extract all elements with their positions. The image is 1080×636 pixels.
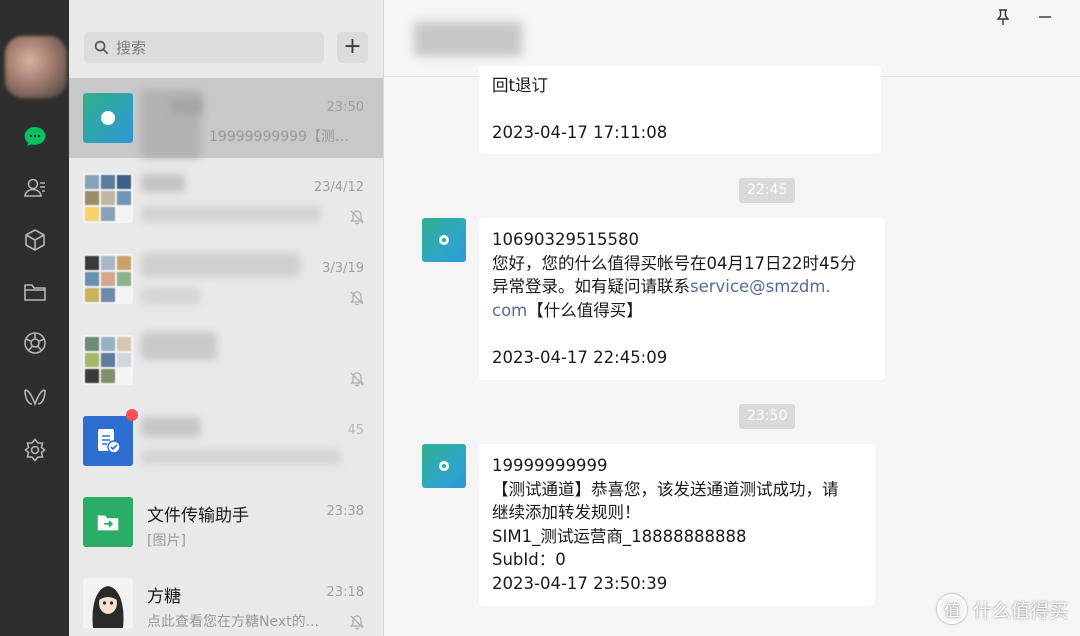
message-bubble: 回t退订 2023-04-17 17:11:08 — [479, 66, 881, 154]
chat-item[interactable] — [69, 320, 383, 400]
message-text: 异常登录。如有疑问请联系 — [492, 277, 690, 296]
chat-preview: 19999999999【测试... — [209, 129, 359, 145]
time-divider: 23:50 — [739, 404, 796, 429]
chat-time: 23/4/12 — [313, 180, 364, 195]
watermark: 值 什么值得买 — [936, 594, 1068, 624]
redacted-name — [141, 174, 185, 192]
message-timestamp: 2023-04-17 22:45:09 — [492, 347, 668, 367]
search-icon — [94, 40, 109, 55]
chat-preview: 点此查看您在方糖Next的... — [147, 614, 319, 630]
message-text: 您好，您的什么值得买帐号在04月17日22时45分 — [492, 253, 857, 273]
unread-dot — [126, 409, 138, 421]
watermark-text: 什么值得买 — [972, 599, 1068, 622]
redacted-name — [141, 417, 201, 437]
message-bubble: 10690329515580 您好，您的什么值得买帐号在04月17日22时45分… — [479, 218, 885, 380]
redacted-name — [141, 332, 217, 360]
document-icon — [98, 429, 121, 454]
chat-avatar — [83, 93, 133, 143]
pin-icon[interactable] — [992, 6, 1014, 28]
chat-name: 方糖 — [147, 587, 181, 607]
file-transfer-avatar — [83, 497, 133, 547]
favorites-icon[interactable] — [0, 220, 69, 260]
chat-avatar — [83, 416, 133, 466]
chat-time: 45 — [347, 423, 364, 438]
redacted-preview — [141, 287, 201, 305]
chat-time: 23:18 — [326, 585, 364, 600]
message-sender-number: 10690329515580 — [492, 230, 639, 249]
chat-time: 3/3/19 — [322, 261, 364, 276]
chat-item[interactable]: 文件传输助手 23:38 [图片] — [69, 482, 383, 562]
files-icon[interactable] — [0, 272, 69, 312]
time-divider: 22:45 — [739, 178, 796, 203]
redacted-name — [141, 253, 301, 277]
search-placeholder: 搜索 — [116, 39, 147, 57]
redacted-preview — [141, 449, 341, 465]
search-input[interactable]: 搜索 — [84, 32, 324, 63]
chat-item[interactable]: 45 — [69, 401, 383, 481]
chat-item[interactable]: 3/3/19 — [69, 239, 383, 319]
chat-item[interactable]: 23/4/12 — [69, 158, 383, 238]
chat-item[interactable]: 23:50 19999999999【测试... — [69, 78, 383, 158]
group-avatar — [83, 335, 133, 385]
mini-programs-icon[interactable] — [0, 378, 69, 418]
anime-girl-avatar-icon — [92, 586, 124, 628]
settings-icon[interactable] — [0, 430, 69, 470]
mute-icon — [350, 615, 364, 630]
group-avatar — [83, 254, 133, 304]
bot-avatar — [422, 218, 466, 262]
redacted-preview — [141, 206, 321, 222]
chat-name: 文件传输助手 — [147, 506, 249, 526]
user-avatar[interactable] — [5, 36, 67, 98]
minimize-icon[interactable] — [1034, 6, 1056, 28]
email-link[interactable]: service@smzdm. — [690, 277, 831, 296]
folder-arrow-icon — [97, 515, 119, 531]
navigation-rail — [0, 0, 69, 636]
email-link[interactable]: com — [492, 301, 527, 320]
plus-icon: + — [343, 33, 362, 59]
chat-avatar — [83, 578, 133, 628]
contacts-icon[interactable] — [0, 168, 69, 208]
chat-list-panel: 搜索 + 23:50 19999999999【测试... 23/4/12 3/3… — [69, 0, 384, 636]
chat-item[interactable]: 方糖 23:18 点此查看您在方糖Next的... — [69, 563, 383, 636]
mute-icon — [350, 291, 364, 306]
chat-time: 23:50 — [326, 100, 364, 115]
mute-icon — [350, 210, 364, 225]
message-bubble: 19999999999 【测试通道】恭喜您，该发送通道测试成功，请 继续添加转发… — [479, 444, 875, 606]
message-text: 【什么值得买】 — [527, 300, 643, 320]
moments-icon[interactable] — [0, 323, 69, 363]
redacted-contact-name — [414, 22, 522, 56]
chat-icon[interactable] — [0, 117, 69, 157]
group-avatar — [83, 173, 133, 223]
mute-icon — [350, 372, 364, 387]
add-button[interactable]: + — [337, 32, 368, 63]
redacted-name — [171, 98, 203, 114]
chat-preview: [图片] — [147, 533, 186, 549]
watermark-logo-icon: 值 — [936, 594, 967, 624]
conversation-pane: 回t退订 2023-04-17 17:11:08 22:45 106903295… — [384, 0, 1080, 636]
chat-time: 23:38 — [326, 504, 364, 519]
bot-avatar — [422, 444, 466, 488]
